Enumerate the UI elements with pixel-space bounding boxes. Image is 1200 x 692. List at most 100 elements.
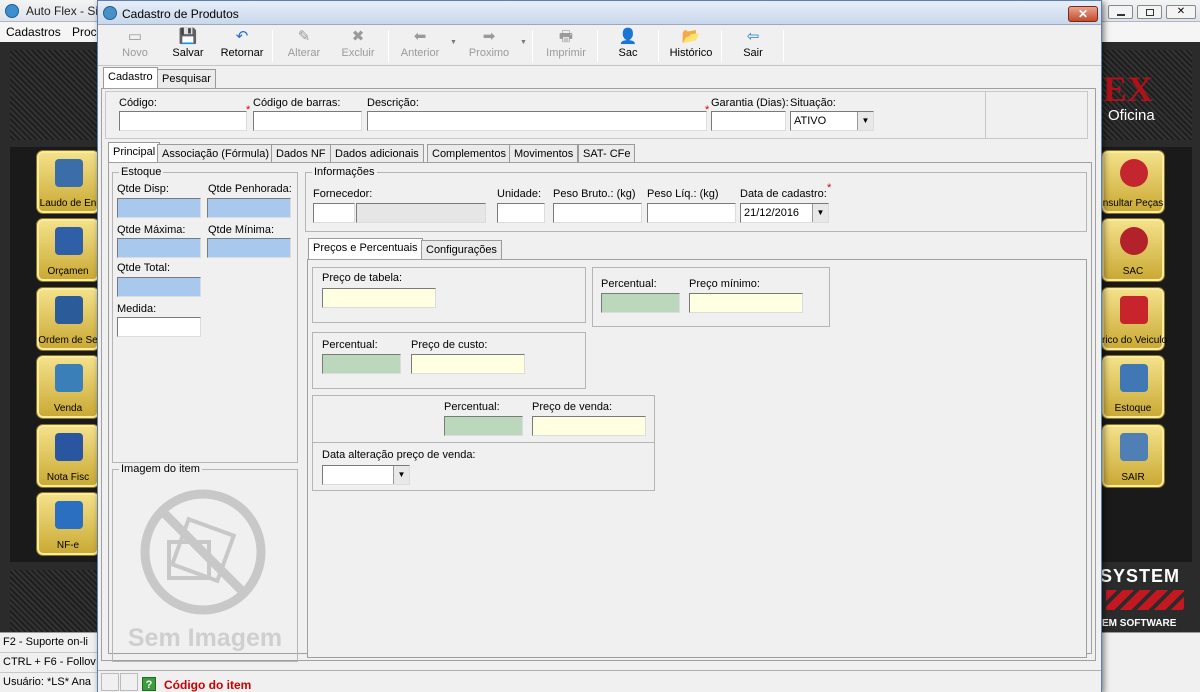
anterior-button[interactable]: ⬅ Anterior	[390, 28, 450, 64]
tab-dados-nf[interactable]: Dados NF	[271, 144, 331, 163]
data-alteracao-label: Data alteração preço de venda:	[322, 449, 476, 461]
status-cell	[120, 673, 138, 691]
help-icon: ?	[142, 677, 156, 691]
retornar-button[interactable]: ↶ Retornar	[212, 28, 272, 64]
tab-cadastro[interactable]: Cadastro	[103, 67, 158, 88]
fornecedor-code-input[interactable]	[313, 203, 355, 223]
historico-button[interactable]: 📂 Histórico	[661, 28, 721, 64]
preco-custo-input[interactable]	[411, 354, 525, 374]
tab-dados-adicionais[interactable]: Dados adicionais	[330, 144, 424, 163]
situacao-select[interactable]: ATIVO ▼	[790, 111, 874, 131]
tab-associacao[interactable]: Associação (Fórmula)	[157, 144, 274, 163]
data-alteracao-picker[interactable]: ▼	[322, 465, 410, 485]
descricao-input[interactable]	[367, 111, 707, 131]
tile-sac[interactable]: SAC	[1101, 218, 1165, 282]
preco-minimo-input[interactable]	[689, 293, 803, 313]
sair-button[interactable]: ⇦ Sair	[723, 28, 783, 64]
tile-laudo[interactable]: Laudo de En	[36, 150, 100, 214]
tile-historico-veiculo[interactable]: rico do Veiculo	[1101, 287, 1167, 351]
chevron-down-icon: ▼	[857, 112, 873, 130]
user-icon: 👤	[618, 28, 638, 45]
tab-configuracoes[interactable]: Configurações	[421, 240, 502, 259]
required-marker: *	[827, 182, 832, 194]
button-label: Retornar	[220, 47, 264, 59]
tab-precos-percentuais[interactable]: Preços e Percentuais	[308, 238, 423, 259]
qtde-maxima-field[interactable]	[117, 238, 201, 258]
toolbar-separator	[388, 30, 389, 62]
preco-venda-divider	[312, 442, 655, 443]
medida-input[interactable]	[117, 317, 201, 337]
minimize-button[interactable]	[1108, 5, 1133, 19]
preco-venda-input[interactable]	[532, 416, 646, 436]
delete-icon: ✖	[351, 28, 365, 45]
tile-consultar-pecas[interactable]: nsultar Peças	[1101, 150, 1165, 214]
toolbar-separator	[532, 30, 533, 62]
tile-label: nsultar Peças	[1102, 198, 1164, 209]
tile-estoque[interactable]: Estoque	[1101, 355, 1165, 419]
qtde-maxima-label: Qtde Máxima:	[117, 224, 186, 236]
status-cell	[101, 673, 119, 691]
preco-venda-label: Preço de venda:	[532, 401, 613, 413]
tile-label: Orçamen	[47, 266, 89, 277]
peso-liquido-input[interactable]	[647, 203, 736, 223]
background-close-button[interactable]: ✕	[1166, 5, 1196, 19]
tile-label: SAC	[1122, 266, 1144, 277]
informacoes-box: Informações	[305, 166, 1087, 232]
tab-complementos[interactable]: Complementos	[427, 144, 511, 163]
percentual-custo-input[interactable]	[322, 354, 401, 374]
tile-nota-fiscal[interactable]: Nota Fisc	[36, 424, 100, 488]
unidade-input[interactable]	[497, 203, 545, 223]
medida-label: Medida:	[117, 303, 157, 315]
peso-bruto-input[interactable]	[553, 203, 642, 223]
brand-logo-partial: EX	[1103, 69, 1154, 109]
status-line: Usuário: *LS* Ana	[0, 673, 100, 692]
restore-button[interactable]	[1137, 5, 1162, 19]
garantia-input[interactable]	[711, 111, 786, 131]
tile-label: Ordem de Se	[38, 335, 98, 346]
excluir-button[interactable]: ✖ Excluir	[328, 28, 388, 64]
tab-sat-cfe[interactable]: SAT- CFe	[578, 144, 636, 163]
qtde-total-label: Qtde Total:	[117, 262, 170, 274]
preco-tabela-input[interactable]	[322, 288, 436, 308]
invoice-icon	[55, 433, 83, 461]
status-line: CTRL + F6 - Follov	[0, 653, 100, 673]
qtde-minima-field[interactable]	[207, 238, 291, 258]
tile-orcamento[interactable]: Orçamen	[36, 218, 100, 282]
tile-sair[interactable]: SAIR	[1101, 424, 1165, 488]
codigo-barras-input[interactable]	[253, 111, 362, 131]
codigo-label: Código:	[119, 97, 157, 109]
data-cadastro-picker[interactable]: 21/12/2016 ▼	[740, 203, 829, 223]
percentual-venda-input[interactable]	[444, 416, 523, 436]
tile-label: SAIR	[1121, 472, 1145, 483]
restore-icon	[1146, 9, 1154, 16]
brand-arrows-icon	[1106, 590, 1184, 610]
status-line: F2 - Suporte on-li	[0, 633, 100, 653]
imprimir-button[interactable]: 🖶 Imprimir	[536, 28, 596, 64]
sac-button[interactable]: 👤 Sac	[598, 28, 658, 64]
percentual-minimo-input[interactable]	[601, 293, 680, 313]
tile-ordem-servico[interactable]: Ordem de Se	[36, 287, 100, 351]
dialog-close-button[interactable]: ✕	[1068, 6, 1098, 22]
cart-icon	[55, 364, 83, 392]
menu-cadastros[interactable]: Cadastros	[6, 25, 61, 39]
tab-pesquisar[interactable]: Pesquisar	[157, 69, 216, 88]
anterior-dropdown-icon[interactable]: ▼	[450, 39, 457, 46]
peso-liquido-label: Peso Líq.: (kg)	[647, 188, 719, 200]
garantia-label: Garantia (Dias):	[711, 97, 789, 109]
alterar-button[interactable]: ✎ Alterar	[274, 28, 334, 64]
sem-imagem-text: Sem Imagem	[127, 624, 283, 652]
tile-venda[interactable]: Venda	[36, 355, 100, 419]
situacao-value: ATIVO	[794, 115, 827, 127]
proximo-button[interactable]: ➡ Proximo	[459, 28, 519, 64]
tab-principal[interactable]: Principal	[108, 142, 161, 163]
novo-button[interactable]: ▭ Novo	[105, 28, 165, 64]
tile-nfe[interactable]: NF-e	[36, 492, 100, 556]
proximo-dropdown-icon[interactable]: ▼	[520, 39, 527, 46]
tab-movimentos[interactable]: Movimentos	[509, 144, 579, 163]
toolbar: ▭ Novo 💾 Salvar ↶ Retornar ✎ Alterar ✖ Exclui…	[98, 26, 1101, 66]
exit-door-icon	[1120, 433, 1148, 461]
required-marker: *	[246, 104, 251, 116]
menu-processos[interactable]: Proc	[72, 25, 97, 39]
codigo-input[interactable]	[119, 111, 247, 131]
salvar-button[interactable]: 💾 Salvar	[158, 28, 218, 64]
